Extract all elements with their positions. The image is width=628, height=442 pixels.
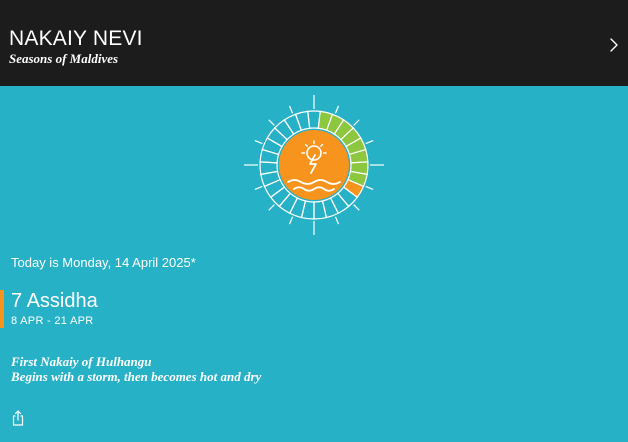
period-name: 7 Assidha	[11, 290, 98, 312]
today-date-text: Today is Monday, 14 April 2025*	[11, 255, 196, 270]
description-line-1: First Nakaiy of Hulhangu	[11, 354, 152, 369]
sun-ray	[334, 216, 340, 225]
sun-ray	[365, 139, 374, 145]
current-period-indicator	[0, 290, 4, 328]
sun-ray	[365, 185, 374, 191]
app-subtitle: Seasons of Maldives	[9, 51, 119, 66]
sun-ray	[254, 139, 263, 145]
ring-segment	[294, 110, 311, 132]
sun-ray	[353, 119, 360, 126]
share-icon[interactable]	[11, 410, 25, 426]
ring-segment	[313, 200, 328, 220]
period-date-range: 8 APR - 21 APR	[11, 315, 94, 327]
sun-ray	[268, 204, 275, 211]
app-title: NAKAIY NEVI	[9, 27, 143, 50]
ring-segment	[321, 197, 340, 219]
nakaiy-emblem	[244, 95, 384, 235]
sun-ray	[288, 105, 294, 114]
sun-storm-sea-icon	[279, 130, 349, 200]
description-line-2: Begins with a storm, then becomes hot an…	[11, 369, 262, 384]
header-bar: NAKAIY NEVI Seasons of Maldives	[0, 0, 628, 86]
sun-ray	[353, 204, 360, 211]
app-screen: NAKAIY NEVI Seasons of Maldives Today is…	[0, 0, 628, 442]
chevron-right-icon[interactable]	[608, 36, 620, 54]
sun-ray	[254, 185, 263, 191]
sun-ray	[268, 119, 275, 126]
ring-segment	[259, 161, 279, 176]
period-description: First Nakaiy of Hulhangu Begins with a s…	[11, 354, 261, 384]
sun-ray	[334, 105, 340, 114]
sun-ray	[288, 216, 294, 225]
